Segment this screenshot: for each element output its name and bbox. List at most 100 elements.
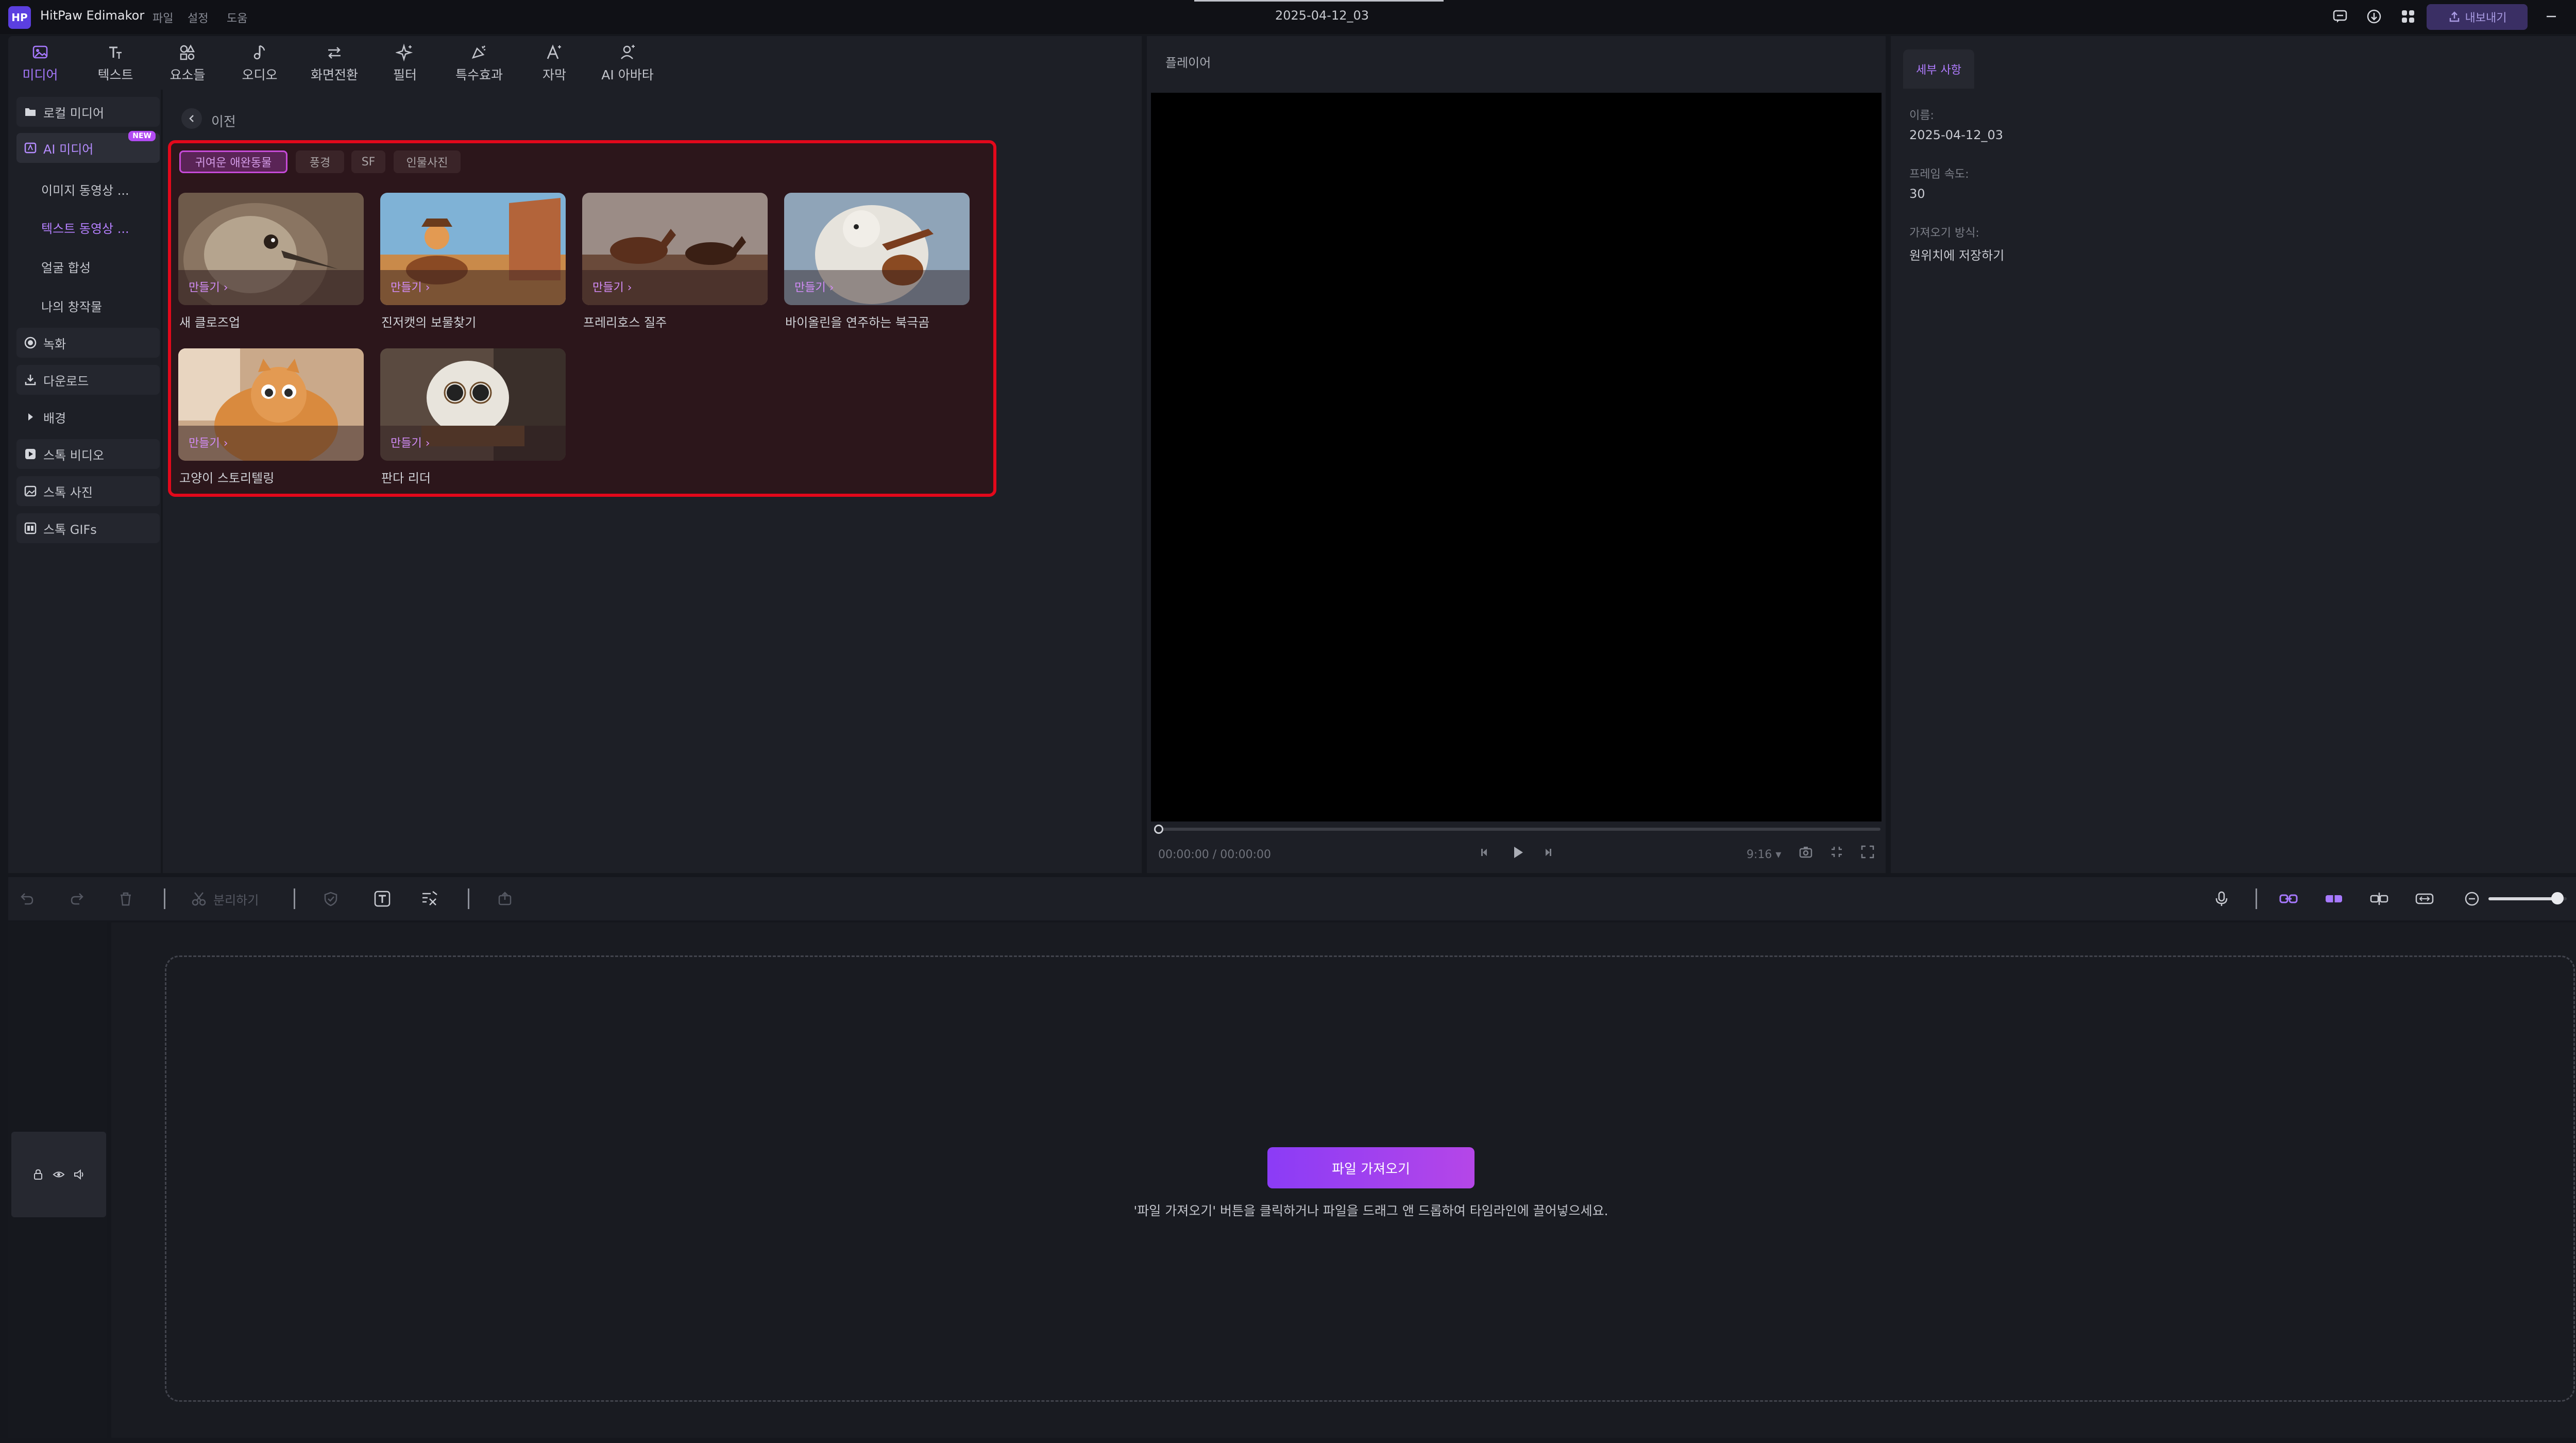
sidebar-sub-my-creations[interactable]: 나의 창작물 [41,297,102,315]
chip-landscape[interactable]: 풍경 [296,150,344,173]
zoom-slider-handle[interactable] [2551,892,2564,904]
subtitle-icon [547,44,561,59]
sidebar-item-ai-media[interactable]: AI 미디어 NEW [16,131,160,163]
export-clip-icon[interactable] [496,890,514,908]
name-value: 2025-04-12_03 [1909,128,2004,142]
tab-filter[interactable]: 필터 [383,41,427,86]
tab-elements-label: 요소들 [170,68,206,82]
ai-media-icon [24,142,37,154]
tab-ai-avatar[interactable]: AI 아바타 [596,41,659,86]
back-label: 이전 [211,114,236,130]
text-icon [109,46,122,59]
tab-text[interactable]: 텍스트 [91,41,140,86]
import-file-button[interactable]: 파일 가져오기 [1267,1147,1475,1188]
zoom-slider[interactable] [2488,892,2567,904]
template-card[interactable]: 만들기 › [380,348,566,461]
sidebar-item-background[interactable]: 배경 [16,402,160,432]
sidebar-item-label: 다운로드 [43,374,89,389]
text-template-icon[interactable] [372,890,393,908]
download-icon[interactable] [2365,7,2383,26]
toolbar-divider [468,888,469,909]
remove-subtitle-icon[interactable] [419,890,440,908]
folder-icon [25,108,36,116]
template-card[interactable]: 만들기 › [784,193,970,305]
template-card[interactable]: 만들기 › [178,348,364,461]
zoom-out-icon[interactable] [2463,890,2481,908]
tab-ai-avatar-label: AI 아바타 [601,68,654,82]
play-icon[interactable] [1509,843,1527,862]
sidebar-item-label: AI 미디어 [43,142,94,157]
details-panel [1891,36,2576,873]
tab-effects[interactable]: 특수효과 [448,41,510,86]
sidebar-sub-face-swap[interactable]: 얼굴 합성 [41,258,91,276]
aspect-ratio-select[interactable]: 9:16 ▾ [1747,848,1781,861]
audio-icon [253,45,265,60]
export-button[interactable]: 내보내기 [2427,4,2528,30]
chip-portrait[interactable]: 인물사진 [394,150,461,173]
delete-icon[interactable] [116,890,135,908]
sidebar-item-stock-photo[interactable]: 스톡 사진 [16,476,160,506]
sidebar-item-local-media[interactable]: 로컬 미디어 [16,97,160,127]
menu-help[interactable]: 도움 [227,9,247,26]
back-button[interactable] [181,108,202,129]
track-split-icon[interactable] [2368,890,2391,908]
tab-transition[interactable]: 화면전환 [302,41,367,86]
template-title: 진저캣의 보물찾기 [381,315,477,330]
toolbar-divider [2256,888,2257,909]
video-preview[interactable] [1151,93,1882,821]
make-label: 만들기 › [592,281,632,294]
sidebar-item-download[interactable]: 다운로드 [16,365,160,395]
record-icon [24,337,37,349]
fullscreen-icon[interactable] [1860,844,1875,860]
next-frame-icon[interactable] [1540,845,1555,860]
tab-subtitle[interactable]: 자막 [533,41,576,86]
undo-icon[interactable] [18,890,36,908]
menu-settings[interactable]: 설정 [188,9,208,26]
snapshot-icon[interactable] [1798,844,1814,860]
magnet-snap-icon[interactable] [2323,890,2345,908]
minimize-icon[interactable] [2542,7,2561,26]
sidebar-sub-image-to-video[interactable]: 이미지 동영상 ... [41,180,129,198]
sidebar-item-stock-gifs[interactable]: 스톡 GIFs [16,513,160,543]
tab-details[interactable]: 세부 사항 [1903,49,1974,89]
expand-arrow-icon [28,413,33,421]
sidebar-item-record[interactable]: 녹화 [16,328,160,358]
toolbar-divider [164,888,165,909]
tab-media[interactable]: 미디어 [19,41,62,86]
shield-icon[interactable] [321,890,340,908]
speaker-icon[interactable] [73,1168,86,1181]
playhead-handle[interactable] [1154,825,1163,834]
tab-subtitle-label: 자막 [542,68,566,82]
apps-grid-icon[interactable] [2399,7,2417,26]
playback-progress[interactable] [1158,828,1880,831]
split-button[interactable]: 분리하기 [191,890,283,908]
feedback-icon[interactable] [2331,7,2349,26]
eye-icon[interactable] [53,1168,65,1181]
app-logo: HP [8,6,31,29]
sidebar-item-label: 스톡 비디오 [43,448,105,463]
sidebar-item-stock-video[interactable]: 스톡 비디오 [16,439,160,469]
make-label: 만들기 › [189,437,228,450]
crop-icon[interactable] [1829,844,1844,860]
tab-audio[interactable]: 오디오 [235,41,284,86]
tab-text-label: 텍스트 [97,68,133,82]
effects-icon [471,45,486,59]
sidebar-item-label: 배경 [43,411,66,426]
template-card[interactable]: 만들기 › [178,193,364,305]
import-mode-value: 원위치에 저장하기 [1909,248,2005,263]
lock-icon[interactable] [32,1168,44,1181]
menu-file[interactable]: 파일 [152,9,173,26]
fit-timeline-icon[interactable] [2413,890,2436,908]
template-card[interactable]: 만들기 › [380,193,566,305]
chip-cute-pets[interactable]: 귀여운 애완동물 [179,150,287,173]
toolbar-divider [294,888,295,909]
chip-sf[interactable]: SF [351,150,385,173]
fps-value: 30 [1909,187,1925,201]
sidebar-sub-text-to-video[interactable]: 텍스트 동영상 ... [41,219,129,237]
microphone-icon[interactable] [2212,890,2231,908]
redo-icon[interactable] [68,890,87,908]
prev-frame-icon[interactable] [1478,845,1492,860]
link-clips-icon[interactable] [2277,890,2300,908]
tab-elements[interactable]: 요소들 [163,41,212,86]
template-card[interactable]: 만들기 › [582,193,768,305]
